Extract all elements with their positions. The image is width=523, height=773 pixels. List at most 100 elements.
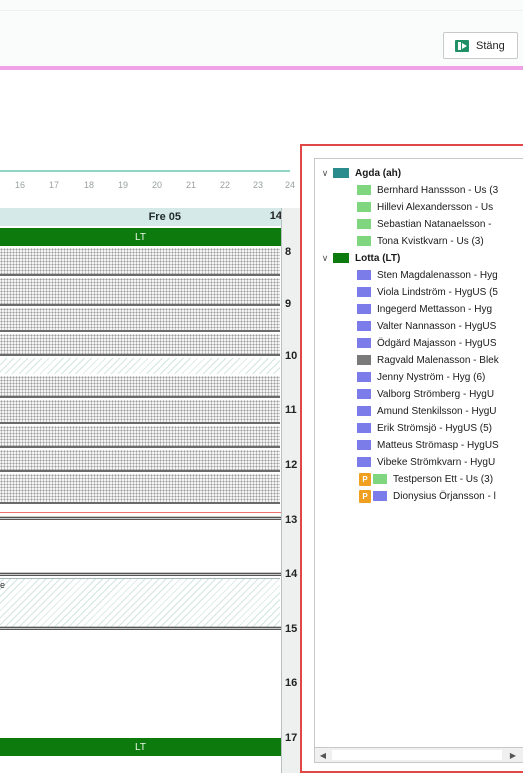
hour-label: 17 <box>285 732 298 744</box>
tree-item[interactable]: Sten Magdalenasson - Hyg <box>357 267 498 283</box>
scroll-right-icon[interactable]: ▶ <box>505 748 521 762</box>
color-swatch <box>357 270 371 280</box>
timeline-indicator <box>0 170 290 172</box>
person-badge-icon: P <box>359 472 371 486</box>
tree-item[interactable]: Viola Lindström - HygUS (5 <box>357 284 498 300</box>
color-swatch <box>357 338 371 348</box>
day-number[interactable]: 16 <box>15 180 25 190</box>
color-swatch <box>357 423 371 433</box>
appointment-block[interactable] <box>0 572 281 576</box>
toolbar-accent-bar <box>0 66 523 70</box>
close-button-label: Stäng <box>476 39 505 52</box>
tree-item-label: Matteus Strömasp - HygUS <box>377 439 499 451</box>
tree-item[interactable]: Ödgärd Majasson - HygUS <box>357 335 497 351</box>
tree-item-label: Valborg Strömberg - HygU <box>377 388 495 400</box>
tree-item[interactable]: Valter Nannasson - HygUS <box>357 318 496 334</box>
day-header[interactable]: Fre 05 <box>0 208 281 226</box>
day-number[interactable]: 22 <box>220 180 230 190</box>
color-swatch <box>357 304 371 314</box>
tree-item-label: Erik Strömsjö - HygUS (5) <box>377 422 493 434</box>
tree-item[interactable]: P Dionysius Örjansson - l <box>359 488 496 504</box>
hour-label: 16 <box>285 677 298 689</box>
blocked-time[interactable] <box>0 578 280 628</box>
tree-item[interactable]: Ingegerd Mettasson - Hyg <box>357 301 492 317</box>
tree-item[interactable]: Erik Strömsjö - HygUS (5) <box>357 420 492 436</box>
exit-icon <box>455 39 469 52</box>
scroll-thumb[interactable] <box>332 750 502 760</box>
hour-label: 11 <box>285 404 297 416</box>
appointment-block[interactable] <box>0 308 280 332</box>
tree-item-label: Tona Kvistkvarn - Us (3) <box>377 235 484 247</box>
tree-item[interactable]: Tona Kvistkvarn - Us (3) <box>357 233 484 249</box>
lt-bar-bottom[interactable]: LT <box>0 738 281 756</box>
tree-item-label: Valter Nannasson - HygUS <box>377 320 497 332</box>
tree-group-lotta[interactable]: ∨ Lotta (LT) <box>319 250 401 266</box>
tree-item[interactable]: Jenny Nyström - Hyg (6) <box>357 369 485 385</box>
day-number[interactable]: 24 <box>285 180 295 190</box>
app-window: Stäng 16 17 18 19 20 21 22 23 24 Fre 05 … <box>0 0 523 773</box>
appointment-block[interactable] <box>0 334 280 356</box>
color-swatch <box>357 185 371 195</box>
lt-bar-top[interactable]: LT <box>0 228 281 246</box>
tree-item-label: Jenny Nyström - Hyg (6) <box>377 371 486 383</box>
appointment-block[interactable] <box>0 400 280 424</box>
color-swatch <box>333 168 349 178</box>
appointment-block[interactable] <box>0 426 280 448</box>
tree-item-label: Amund Stenkilsson - HygU <box>377 405 497 417</box>
day-header-label: Fre 05 <box>148 211 181 223</box>
appointment-block[interactable] <box>0 248 280 276</box>
current-time-line <box>0 512 281 513</box>
close-button[interactable]: Stäng <box>443 32 518 59</box>
day-number[interactable]: 21 <box>186 180 196 190</box>
appointment-block[interactable] <box>0 376 280 398</box>
tree-item[interactable]: Bernhard Hanssson - Us (3 <box>357 182 498 198</box>
color-swatch <box>357 321 371 331</box>
chevron-down-icon[interactable]: ∨ <box>319 168 331 179</box>
tree-item-label: Vibeke Strömkvarn - HygU <box>377 456 496 468</box>
appointment-block[interactable] <box>0 626 281 630</box>
color-swatch <box>373 474 387 484</box>
appointment-block[interactable] <box>0 278 280 306</box>
blocked-time[interactable] <box>0 358 280 374</box>
tree-item-label: Hillevi Alexandersson - Us <box>377 201 494 213</box>
toolbar: Stäng <box>0 0 523 66</box>
resource-panel: ∨ Agda (ah) Bernhard Hanssson - Us (3 Hi… <box>300 144 523 773</box>
horizontal-scrollbar[interactable]: ◀ ▶ <box>314 747 523 763</box>
appointment-block[interactable] <box>0 450 280 472</box>
color-swatch <box>357 372 371 382</box>
color-swatch <box>357 202 371 212</box>
tree-item-label: Ingegerd Mettasson - Hyg <box>377 303 493 315</box>
tree-item[interactable]: Amund Stenkilsson - HygU <box>357 403 497 419</box>
color-swatch <box>357 236 371 246</box>
day-number[interactable]: 19 <box>118 180 128 190</box>
day-number[interactable]: 20 <box>152 180 162 190</box>
day-calendar: 16 17 18 19 20 21 22 23 24 Fre 05 14 LT … <box>0 170 300 773</box>
tree-item[interactable]: Valborg Strömberg - HygU <box>357 386 494 402</box>
color-swatch <box>357 287 371 297</box>
toolbar-divider <box>0 10 523 11</box>
color-swatch <box>373 491 387 501</box>
color-swatch <box>357 406 371 416</box>
day-number[interactable]: 23 <box>253 180 263 190</box>
color-swatch <box>357 389 371 399</box>
hour-label: 9 <box>285 298 292 310</box>
tree-group-agda[interactable]: ∨ Agda (ah) <box>319 165 401 181</box>
chevron-down-icon[interactable]: ∨ <box>319 253 331 264</box>
day-number[interactable]: 17 <box>49 180 59 190</box>
group-label: Agda (ah) <box>355 167 402 179</box>
color-swatch <box>357 219 371 229</box>
tree-item[interactable]: Sebastian Natanaelsson - <box>357 216 492 232</box>
hour-label: 15 <box>285 623 298 635</box>
appointment-block[interactable] <box>0 516 281 520</box>
resource-tree[interactable]: ∨ Agda (ah) Bernhard Hanssson - Us (3 Hi… <box>314 158 523 754</box>
tree-item[interactable]: Hillevi Alexandersson - Us <box>357 199 493 215</box>
tree-item-label: Sten Magdalenasson - Hyg <box>377 269 498 281</box>
tree-item[interactable]: P Testperson Ett - Us (3) <box>359 471 493 487</box>
tree-item[interactable]: Vibeke Strömkvarn - HygU <box>357 454 495 470</box>
tree-item-label: Bernhard Hanssson - Us (3 <box>377 184 499 196</box>
scroll-left-icon[interactable]: ◀ <box>315 748 331 762</box>
tree-item[interactable]: Matteus Strömasp - HygUS <box>357 437 499 453</box>
day-number[interactable]: 18 <box>84 180 94 190</box>
tree-item[interactable]: Ragvald Malenasson - Blek <box>357 352 499 368</box>
appointment-block[interactable] <box>0 474 280 504</box>
